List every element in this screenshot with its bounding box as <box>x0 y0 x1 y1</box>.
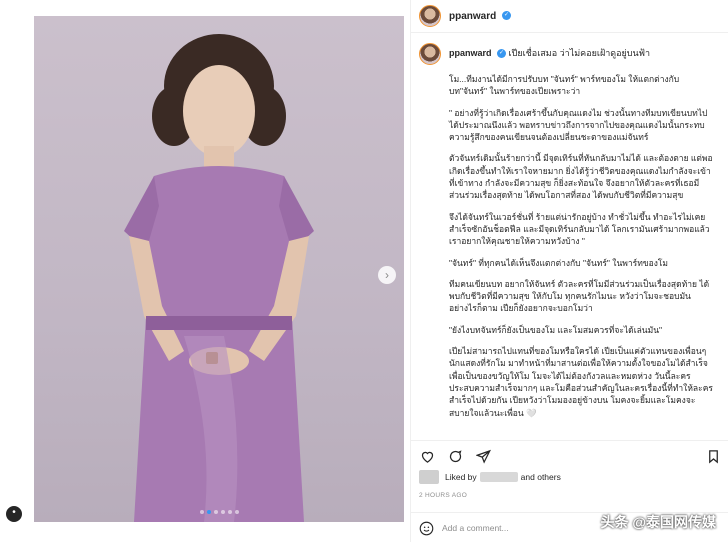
carousel-indicator <box>34 510 404 514</box>
more-icon[interactable]: • <box>6 506 22 522</box>
likes-prefix: Liked by <box>445 472 477 482</box>
bookmark-icon[interactable] <box>705 448 721 464</box>
username[interactable]: ppanward ✓ <box>449 11 512 22</box>
caption-paragraph: จึงได้จันทร์ในเวอร์ชั่นที่ ร้ายแต่น่ารัก… <box>449 211 710 247</box>
likes-suffix[interactable]: and others <box>521 472 561 482</box>
liker-name-blurred <box>479 472 518 482</box>
carousel-dot <box>220 510 225 514</box>
post-header: ppanward ✓ <box>411 0 728 33</box>
caption-body: โม...ทีมงานได้มีการปรับบท "จันทร์" พาร์ท… <box>449 73 713 419</box>
caption-paragraph: "ยังไงบทจันทร์ก็ยังเป็นของโม และโมสมควรท… <box>449 324 663 335</box>
carousel-dot <box>213 510 218 514</box>
avatar[interactable] <box>419 5 441 27</box>
caption-paragraph: ตัวจันทร์เดิมนั้นร้ายกว่านี้ มีจุดเทิร์น… <box>449 153 713 201</box>
carousel-dot <box>227 510 232 514</box>
comment-input[interactable]: Add a comment... <box>442 523 509 533</box>
post-photo[interactable]: › <box>34 16 404 522</box>
caption-section: ppanward ✓ เปียเชื่อเสมอ ว่าไม่คอยเฝ้าดู… <box>411 33 728 433</box>
caption-head-text: เปียเชื่อเสมอ ว่าไม่คอยเฝ้าดูอยู่บนฟ้า <box>508 48 651 58</box>
caption-header: ppanward ✓ เปียเชื่อเสมอ ว่าไม่คอยเฝ้าดู… <box>419 43 721 65</box>
caption-username[interactable]: ppanward <box>449 48 492 58</box>
caption-paragraph: โม...ทีมงานได้มีการปรับบท "จันทร์" พาร์ท… <box>449 74 680 97</box>
carousel-dot-active <box>206 510 211 514</box>
comment-icon[interactable] <box>447 448 463 464</box>
caption-paragraph: เปียไม่สามารถไปแทนที่ของโมหรือใครได้ เปี… <box>449 346 713 418</box>
woman-portrait-illustration <box>124 34 314 522</box>
verified-badge-icon: ✓ <box>497 49 507 59</box>
verified-badge-icon: ✓ <box>502 11 512 21</box>
heart-icon[interactable] <box>419 448 435 464</box>
source-watermark: 头条 @泰国网传媒 <box>600 514 716 530</box>
caption-first-line: ppanward ✓ เปียเชื่อเสมอ ว่าไม่คอยเฝ้าดู… <box>449 43 650 59</box>
chevron-right-icon[interactable]: › <box>378 266 396 284</box>
caption-paragraph: "จันทร์" ที่ทุกคนได้เห็นจึงแตกต่างกับ "จ… <box>449 257 669 268</box>
username-text[interactable]: ppanward <box>449 11 496 22</box>
action-bar <box>411 440 728 467</box>
avatar[interactable] <box>419 43 441 65</box>
liker-avatar-blurred <box>419 470 439 484</box>
post-timestamp: 2 HOURS AGO <box>419 492 468 499</box>
carousel-dot <box>234 510 239 514</box>
caption-paragraph: " อย่างที่รู้ว่าเกิดเรื่องเศร้าขึ้นกับคุ… <box>449 107 708 143</box>
likes-row[interactable]: Liked by and others <box>419 470 561 484</box>
smiley-icon[interactable] <box>419 521 434 536</box>
carousel-dot <box>199 510 204 514</box>
photo-panel: › • <box>0 0 410 542</box>
caption-paragraph: ทีมคนเขียนบท อยากให้จันทร์ ตัวละครที่โมม… <box>449 278 710 314</box>
share-icon[interactable] <box>475 448 491 464</box>
post-side-panel: ppanward ✓ ppanward ✓ เปียเชื่อเสมอ ว่าไ… <box>410 0 728 542</box>
